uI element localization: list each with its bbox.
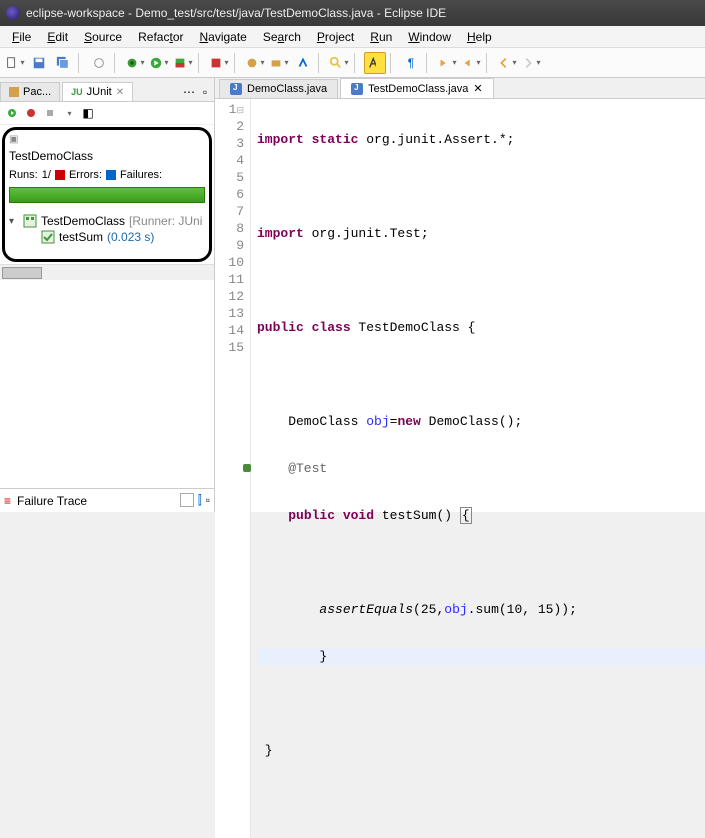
- save-all-button[interactable]: [52, 52, 74, 74]
- history-icon[interactable]: ▾: [61, 105, 77, 121]
- runs-value: 1/: [42, 169, 51, 181]
- test-progress-bar: [9, 187, 205, 203]
- tab-testdemoclass[interactable]: TestDemoClass.java✕: [340, 78, 493, 98]
- open-type-button[interactable]: [292, 52, 314, 74]
- java-file-icon: [351, 83, 363, 95]
- test-suite-icon: [23, 214, 37, 228]
- junit-results-highlight: ▣ TestDemoClass Runs: 1/ Errors: Failure…: [2, 127, 212, 262]
- junit-icon: JU: [71, 87, 83, 97]
- menu-refactor[interactable]: Refactor: [130, 28, 191, 46]
- menu-search[interactable]: Search: [255, 28, 309, 46]
- menu-file[interactable]: File: [4, 28, 39, 46]
- package-icon: [9, 87, 19, 97]
- new-pkg-button[interactable]: ▾: [268, 52, 290, 74]
- window-title: eclipse-workspace - Demo_test/src/test/j…: [26, 6, 446, 20]
- tree-runner-label: [Runner: JUni: [129, 214, 202, 228]
- menu-window[interactable]: Window: [400, 28, 459, 46]
- java-file-icon: [230, 83, 242, 95]
- stop-icon[interactable]: [42, 105, 58, 121]
- run-button[interactable]: ▾: [148, 52, 170, 74]
- menu-navigate[interactable]: Navigate: [191, 28, 254, 46]
- pin-icon[interactable]: ◧: [80, 105, 96, 121]
- titlebar: eclipse-workspace - Demo_test/src/test/j…: [0, 0, 705, 26]
- new-button[interactable]: ▾: [4, 52, 26, 74]
- editor-tabs: DemoClass.java TestDemoClass.java✕: [215, 78, 705, 99]
- test-stats: Runs: 1/ Errors: Failures:: [7, 167, 207, 183]
- pilcrow-button[interactable]: ¶: [400, 52, 422, 74]
- test-tree: ▾ TestDemoClass [Runner: JUni testSum (0…: [7, 207, 207, 251]
- menu-help[interactable]: Help: [459, 28, 500, 46]
- menu-project[interactable]: Project: [309, 28, 362, 46]
- view-menu-icon[interactable]: ⋯: [182, 85, 196, 99]
- toggle-mark-button[interactable]: [364, 52, 386, 74]
- tree-child-time: (0.023 s): [107, 230, 154, 244]
- left-pane: Pac... JUJUnit✕ ⋯ ▫ ▾ ◧ ▣ TestDemoClass …: [0, 78, 215, 512]
- close-icon[interactable]: ✕: [473, 82, 482, 95]
- tab-junit[interactable]: JUJUnit✕: [62, 82, 133, 101]
- test-pass-icon: [41, 230, 55, 244]
- filter-icon[interactable]: ⫿: [198, 493, 202, 508]
- tree-parent-row[interactable]: ▾ TestDemoClass [Runner: JUni: [9, 213, 205, 229]
- runs-label: Runs:: [9, 169, 38, 181]
- main-toolbar: ▾ ▾ ▾ ▾ ▾ ▾ ▾ ▾ ¶ ▾ ▾ ▾ ▾: [0, 48, 705, 78]
- errors-label: Errors:: [69, 169, 102, 181]
- left-tabs: Pac... JUJUnit✕ ⋯ ▫: [0, 78, 214, 102]
- tool-1[interactable]: [88, 52, 110, 74]
- failure-trace-label: Failure Trace: [17, 494, 87, 508]
- failure-trace-header: ≡ Failure Trace ⫿ ▫: [0, 488, 214, 512]
- trace-menu-icon[interactable]: ▫: [206, 493, 210, 508]
- tree-twisty-icon[interactable]: ▾: [9, 216, 19, 227]
- menubar: File Edit Source Refactor Navigate Searc…: [0, 26, 705, 48]
- rerun-icon[interactable]: [4, 105, 20, 121]
- tree-child-row[interactable]: testSum (0.023 s): [9, 229, 205, 245]
- test-class-header: TestDemoClass: [7, 145, 207, 167]
- close-icon[interactable]: ✕: [116, 87, 124, 98]
- error-icon: [55, 170, 65, 180]
- minimize-icon[interactable]: ▫: [198, 85, 212, 99]
- menu-source[interactable]: Source: [76, 28, 130, 46]
- nav-next-button[interactable]: ▾: [436, 52, 458, 74]
- rerun-failed-icon[interactable]: [23, 105, 39, 121]
- menu-edit[interactable]: Edit: [39, 28, 76, 46]
- nav-prev-button[interactable]: ▾: [460, 52, 482, 74]
- editor-pane: DemoClass.java TestDemoClass.java✕ 1⊟ 23…: [215, 78, 705, 512]
- eclipse-icon: [6, 6, 20, 20]
- failure-icon: [106, 170, 116, 180]
- workspace: Pac... JUJUnit✕ ⋯ ▫ ▾ ◧ ▣ TestDemoClass …: [0, 78, 705, 512]
- search-button[interactable]: ▾: [328, 52, 350, 74]
- junit-toolbar: ▾ ◧: [0, 102, 214, 125]
- debug-button[interactable]: ▾: [124, 52, 146, 74]
- code-content[interactable]: import static org.junit.Assert.*; import…: [251, 99, 705, 838]
- tab-democlass[interactable]: DemoClass.java: [219, 79, 338, 98]
- ext-tools-button[interactable]: ▾: [208, 52, 230, 74]
- back-button[interactable]: ▾: [496, 52, 518, 74]
- menu-run[interactable]: Run: [362, 28, 400, 46]
- tab-package-explorer[interactable]: Pac...: [0, 82, 60, 101]
- horizontal-scrollbar[interactable]: [0, 264, 214, 280]
- trace-icon: ≡: [4, 494, 11, 508]
- code-area[interactable]: 1⊟ 234 567 8910 111213 1415 import stati…: [215, 99, 705, 838]
- failures-label: Failures:: [120, 169, 162, 181]
- tree-child-label: testSum: [59, 230, 103, 244]
- tree-parent-label: TestDemoClass: [41, 214, 125, 228]
- compare-icon[interactable]: [180, 493, 194, 507]
- expand-icon[interactable]: ▣: [7, 134, 207, 145]
- save-button[interactable]: [28, 52, 50, 74]
- new-java-button[interactable]: ▾: [244, 52, 266, 74]
- coverage-button[interactable]: ▾: [172, 52, 194, 74]
- forward-button[interactable]: ▾: [520, 52, 542, 74]
